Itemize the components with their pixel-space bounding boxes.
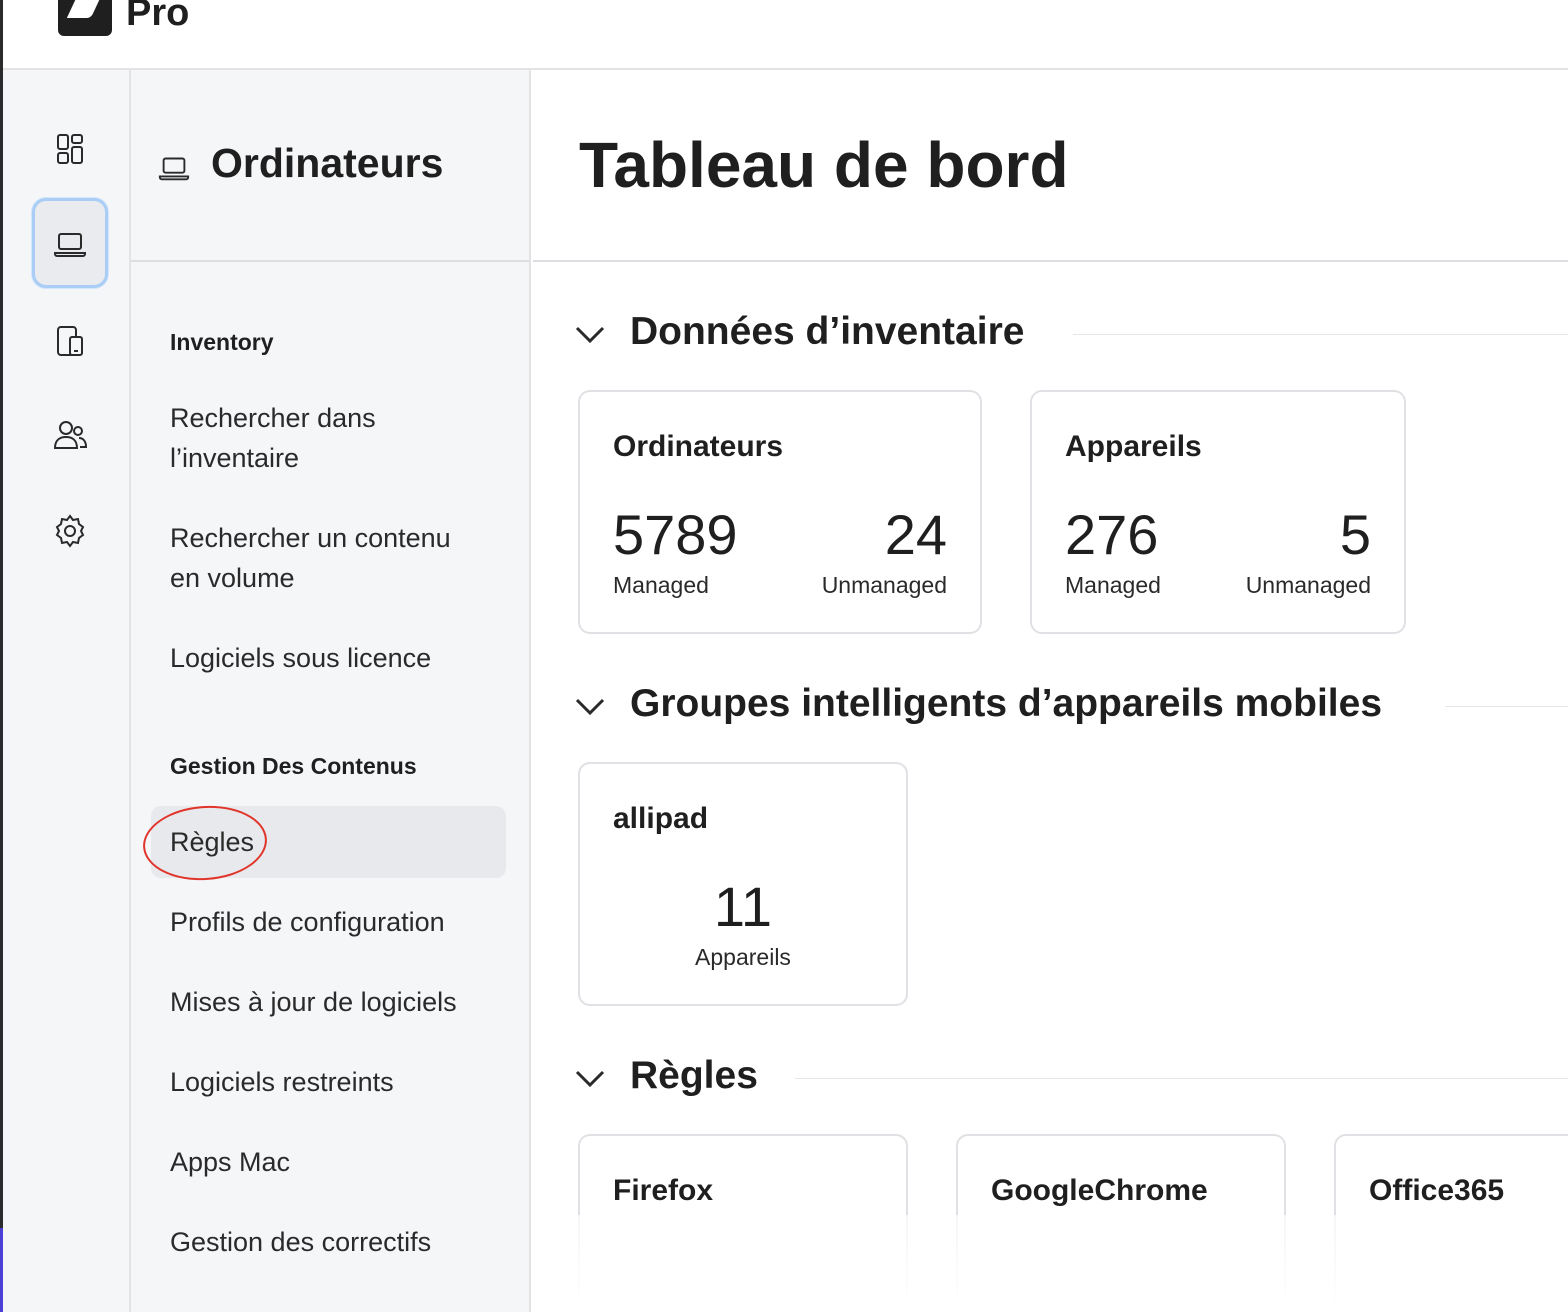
rail-settings-button[interactable] [32,486,108,576]
sidebar-item-label: Gestion des correctifs [170,1227,432,1257]
users-icon [53,421,88,449]
card-title: Firefox [613,1174,714,1207]
rail-computers-button[interactable] [32,198,108,288]
managed-label: Managed [1065,572,1161,598]
section-title: Données d’inventaire [630,310,1025,353]
sidebar-item-licensed-software[interactable]: Logiciels sous licence [170,638,500,678]
card-title: allipad [613,802,709,835]
stat-card-computers[interactable]: Ordinateurs 5789 Managed 24 Unmanaged [578,390,982,634]
sidebar-item-label: Apps Mac [170,1147,291,1177]
smart-group-card[interactable]: allipad 11 Appareils [578,762,908,1006]
section-divider [1445,706,1568,707]
rail-devices-button[interactable] [32,296,108,386]
devices-icon [57,326,83,356]
unmanaged-count: 24 [884,503,947,566]
sidebar-item-mass-search[interactable]: Rechercher un contenu en volume [170,518,500,598]
laptop-icon [54,233,86,257]
top-bar: Pro [3,0,1568,70]
chevron-down-icon[interactable] [573,318,607,352]
icon-rail [3,70,131,1312]
managed-count: 5789 [613,503,738,566]
sidebar-item-label: en volume [170,563,295,593]
section-divider [1073,334,1568,335]
section-title: Règles [630,1054,758,1097]
logo-icon[interactable] [58,0,112,36]
chevron-down-icon[interactable] [573,1062,607,1096]
main-header: Tableau de bord [533,70,1568,262]
section-title: Groupes intelligents d’appareils mobiles [630,682,1383,725]
unmanaged-label: Unmanaged [821,572,947,598]
device-count-label: Appareils [695,944,791,970]
sidebar-item-software-updates[interactable]: Mises à jour de logiciels [170,982,500,1022]
sidebar-title: Ordinateurs [211,140,444,186]
section-label-content-management: Gestion Des Contenus [170,753,417,779]
section-divider [795,1078,1568,1079]
sidebar-item-label: Profils de configuration [170,907,445,937]
stat-card-devices[interactable]: Appareils 276 Managed 5 Unmanaged [1030,390,1406,634]
main-content: Tableau de bord Données d’inventaire Ord… [533,70,1568,1312]
card-title: Ordinateurs [613,430,784,463]
sidebar: Ordinateurs Inventory Rechercher dans l’… [131,70,531,1312]
sidebar-item-search-inventory[interactable]: Rechercher dans l’inventaire [170,398,500,478]
chevron-down-icon[interactable] [573,690,607,724]
card-title: Appareils [1065,430,1202,463]
managed-label: Managed [613,572,709,598]
sidebar-item-mac-apps[interactable]: Apps Mac [170,1142,500,1182]
page-title: Tableau de bord [579,129,1069,201]
app-window: Pro Ordinateurs Inventory Rechercher dan… [0,0,1568,1312]
sidebar-header: Ordinateurs [131,70,529,262]
device-count: 11 [713,875,773,938]
section-label-inventory: Inventory [170,329,274,355]
sidebar-item-patch-management[interactable]: Gestion des correctifs [170,1222,500,1262]
laptop-icon [157,150,191,184]
sidebar-item-label: Mises à jour de logiciels [170,987,457,1017]
sidebar-item-restricted-software[interactable]: Logiciels restreints [170,1062,500,1102]
unmanaged-label: Unmanaged [1245,572,1371,598]
sidebar-item-configuration-profiles[interactable]: Profils de configuration [170,902,500,942]
gear-icon [55,514,85,548]
sidebar-item-label: l’inventaire [170,443,300,473]
app-name: Pro [126,0,190,34]
sidebar-item-label: Logiciels sous licence [170,643,432,673]
sidebar-item-label: Logiciels restreints [170,1067,394,1097]
rail-users-button[interactable] [32,390,108,480]
card-title: GoogleChrome [991,1174,1208,1207]
dashboard-icon [57,134,83,164]
bottom-fade [533,1215,1568,1312]
unmanaged-count: 5 [1339,503,1371,566]
managed-count: 276 [1065,503,1159,566]
rail-dashboard-button[interactable] [32,104,108,194]
sidebar-item-label: Rechercher un contenu [170,523,451,553]
sidebar-item-label: Rechercher dans [170,403,376,433]
card-title: Office365 [1369,1174,1505,1207]
